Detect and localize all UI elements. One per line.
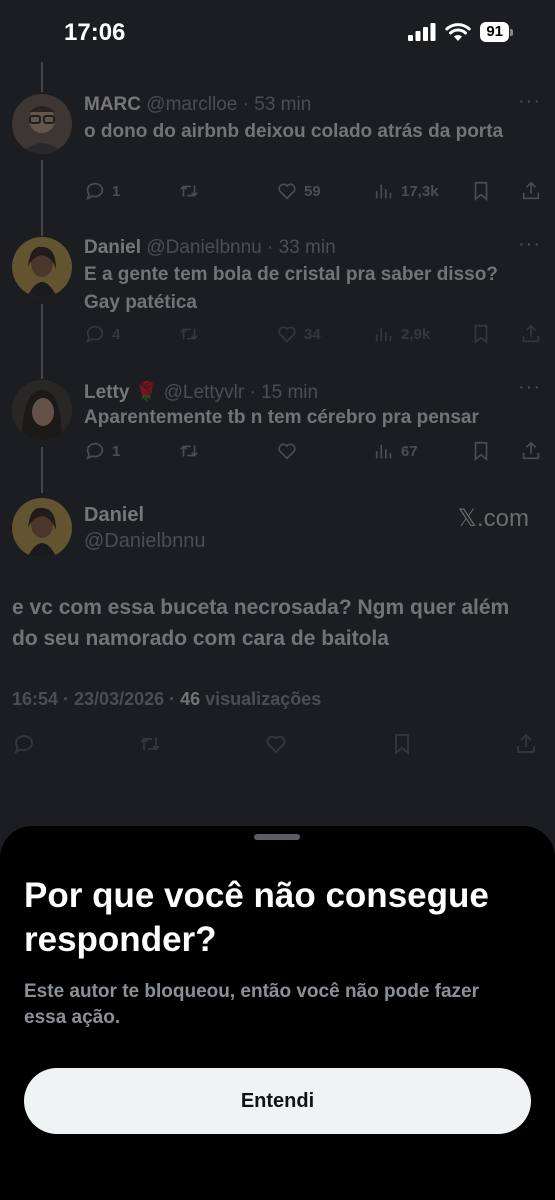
x-watermark: 𝕏.com xyxy=(457,505,529,532)
author-handle[interactable]: @Lettyvlr xyxy=(164,382,245,403)
tweet-reply[interactable]: MARC @marclloe · 53 min ··· o dono do ai… xyxy=(0,90,555,214)
sheet-body: Este autor te bloqueou, então você não p… xyxy=(24,981,480,1028)
like-button[interactable] xyxy=(264,732,288,756)
tweet-actions: 4 34 2,9k xyxy=(84,323,544,349)
heart-icon xyxy=(266,735,286,754)
bookmark-button[interactable] xyxy=(470,323,492,345)
more-options-icon[interactable]: ··· xyxy=(518,376,541,399)
reply-count: 1 xyxy=(112,442,121,460)
heart-icon xyxy=(278,443,296,460)
tweet-reply[interactable]: Letty 🌹 @Lettyvlr · 15 min ··· Aparentem… xyxy=(0,376,555,470)
views-button[interactable]: 2,9k xyxy=(373,323,430,345)
tweet-time: 33 min xyxy=(278,237,336,258)
author-name[interactable]: MARC xyxy=(84,94,141,115)
author-handle[interactable]: @Danielbnnu xyxy=(146,237,261,258)
share-icon xyxy=(522,441,540,460)
reply-icon xyxy=(14,735,33,754)
tweet-actions: 1 59 17,3k xyxy=(84,180,544,206)
like-button[interactable]: 34 xyxy=(276,323,321,345)
more-options-icon[interactable]: ··· xyxy=(518,90,541,113)
retweet-button[interactable] xyxy=(138,732,162,756)
views-count: 17,3k xyxy=(401,182,439,200)
like-count: 59 xyxy=(304,182,321,200)
retweet-icon xyxy=(180,328,198,340)
views-label: visualizações xyxy=(200,689,322,709)
thread-connector xyxy=(41,62,43,92)
reply-icon xyxy=(86,442,104,460)
retweet-button[interactable] xyxy=(178,440,200,462)
retweet-button[interactable] xyxy=(178,180,200,202)
views-count: 67 xyxy=(401,442,418,460)
share-button[interactable] xyxy=(520,180,542,202)
tweet-meta: 16:54 · 23/03/2026 · 46 visualizações xyxy=(12,689,321,710)
share-icon xyxy=(522,324,540,343)
more-options-icon[interactable]: ··· xyxy=(518,233,541,256)
like-count: 34 xyxy=(304,325,321,343)
reply-button[interactable]: 4 xyxy=(84,323,120,345)
bookmark-button[interactable] xyxy=(390,732,414,756)
tweet-time: 53 min xyxy=(254,94,312,115)
reply-button[interactable]: 1 xyxy=(84,440,120,462)
tweet-reply[interactable]: Daniel @Danielbnnu · 33 min ··· E a gent… xyxy=(0,233,555,357)
tweet-actions xyxy=(12,732,542,760)
got-it-button[interactable]: Entendi xyxy=(24,1068,531,1134)
author-handle[interactable]: @Danielbnnu xyxy=(84,530,206,553)
tweet-text: E a gente tem bola de cristal pra saber … xyxy=(84,264,498,313)
reply-icon xyxy=(86,182,104,200)
sheet-grabber[interactable] xyxy=(254,834,300,840)
bookmark-icon xyxy=(395,734,409,755)
views-chart-icon xyxy=(375,444,392,459)
views-count: 46 xyxy=(180,689,201,709)
retweet-button[interactable] xyxy=(178,323,200,345)
bookmark-icon xyxy=(474,441,488,462)
like-button[interactable]: 59 xyxy=(276,180,321,202)
tweet-timestamp: 16:54 · 23/03/2026 · xyxy=(12,689,181,709)
author-name[interactable]: Daniel xyxy=(84,237,141,258)
rose-emoji: 🌹 xyxy=(134,382,159,403)
heart-icon xyxy=(278,183,296,200)
like-button[interactable] xyxy=(276,440,298,462)
bookmark-icon xyxy=(474,324,488,345)
tweet-header: Letty 🌹 @Lettyvlr · 15 min xyxy=(84,382,319,403)
reply-count: 4 xyxy=(112,325,121,343)
views-chart-icon xyxy=(375,184,392,199)
tweet-actions: 1 67 xyxy=(84,440,544,466)
views-count: 2,9k xyxy=(401,325,431,343)
reply-count: 1 xyxy=(112,182,121,200)
blocked-reply-sheet: Por que você não consegue responder? Est… xyxy=(0,826,555,1200)
views-button[interactable]: 67 xyxy=(373,440,418,462)
sheet-title: Por que você não consegue responder? xyxy=(24,876,489,959)
views-button[interactable]: 17,3k xyxy=(373,180,439,202)
author-name[interactable]: Daniel xyxy=(84,504,144,527)
share-button[interactable] xyxy=(520,323,542,345)
retweet-icon xyxy=(180,445,198,457)
tweet-text: o dono do airbnb deixou colado atrás da … xyxy=(84,121,504,142)
share-button[interactable] xyxy=(514,732,538,756)
views-chart-icon xyxy=(375,327,392,342)
share-button[interactable] xyxy=(520,440,542,462)
tweet-text: Aparentemente tb n tem cérebro pra pensa… xyxy=(84,407,479,428)
heart-icon xyxy=(278,326,296,343)
avatar[interactable] xyxy=(12,498,72,558)
main-tweet: Daniel @Danielbnnu 𝕏.com e vc com essa b… xyxy=(0,496,555,766)
tweet-time: 15 min xyxy=(261,382,319,403)
bookmark-button[interactable] xyxy=(470,180,492,202)
bookmark-button[interactable] xyxy=(470,440,492,462)
tweet-header: Daniel @Danielbnnu · 33 min xyxy=(84,237,336,258)
reply-button[interactable]: 1 xyxy=(84,180,120,202)
retweet-icon xyxy=(140,737,160,751)
retweet-icon xyxy=(180,185,198,197)
bookmark-icon xyxy=(474,181,488,202)
tweet-text: e vc com essa buceta necrosada? Ngm quer… xyxy=(12,596,510,650)
avatar[interactable] xyxy=(12,237,72,297)
author-name[interactable]: Letty xyxy=(84,382,129,403)
reply-button[interactable] xyxy=(12,732,36,756)
avatar[interactable] xyxy=(12,94,72,154)
share-icon xyxy=(517,733,535,753)
avatar[interactable] xyxy=(12,380,72,440)
author-handle[interactable]: @marclloe xyxy=(146,94,237,115)
share-icon xyxy=(522,181,540,200)
tweet-header: MARC @marclloe · 53 min xyxy=(84,94,312,115)
reply-icon xyxy=(86,325,104,343)
